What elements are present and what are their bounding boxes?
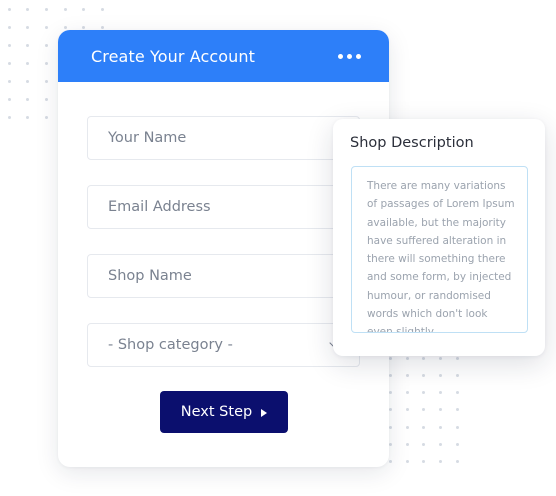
decorative-dot <box>439 425 443 429</box>
decorative-dot <box>422 459 426 463</box>
decorative-dot <box>45 43 49 47</box>
decorative-dot <box>7 115 11 119</box>
decorative-dot <box>422 442 426 446</box>
decorative-dot <box>26 43 30 47</box>
play-arrow-icon <box>261 409 268 417</box>
decorative-dot <box>63 7 67 11</box>
email-field[interactable] <box>87 185 360 229</box>
more-dot <box>347 53 352 59</box>
shop-description-textarea[interactable]: There are many variations of passages of… <box>351 166 528 333</box>
decorative-dot <box>439 459 443 463</box>
decorative-dot <box>101 25 105 29</box>
decorative-dot <box>456 442 460 446</box>
decorative-dot <box>388 425 392 429</box>
decorative-dot <box>45 7 49 11</box>
decorative-dot <box>7 43 11 47</box>
decorative-dot <box>26 61 30 65</box>
decorative-dot <box>388 374 392 378</box>
decorative-dot <box>439 408 443 412</box>
decorative-dot <box>456 408 460 412</box>
decorative-dot <box>405 442 409 446</box>
card-header: Create Your Account <box>58 30 389 82</box>
decorative-dot <box>439 374 443 378</box>
decorative-dot <box>422 391 426 395</box>
decorative-dot <box>26 25 30 29</box>
decorative-dot <box>439 442 443 446</box>
decorative-dot <box>7 7 11 11</box>
decorative-dot <box>388 459 392 463</box>
decorative-dot <box>422 425 426 429</box>
decorative-dot <box>456 374 460 378</box>
shop-category-value: - Shop category - <box>108 337 233 353</box>
decorative-dot <box>45 25 49 29</box>
next-step-label: Next Step <box>180 404 253 420</box>
decorative-dot <box>456 357 460 361</box>
decorative-dot <box>388 442 392 446</box>
decorative-dot <box>45 61 49 65</box>
decorative-dot <box>7 97 11 101</box>
email-input[interactable] <box>108 199 339 215</box>
shop-name-input[interactable] <box>108 268 339 284</box>
decorative-dot <box>101 7 105 11</box>
decorative-dot <box>405 425 409 429</box>
decorative-dot <box>405 408 409 412</box>
decorative-dot <box>7 79 11 83</box>
decorative-dot <box>45 115 49 119</box>
shop-name-field[interactable] <box>87 254 360 298</box>
more-options-icon[interactable] <box>338 53 361 59</box>
decorative-dot <box>456 391 460 395</box>
card-title: Create Your Account <box>91 46 255 66</box>
next-step-button[interactable]: Next Step <box>160 391 288 433</box>
decorative-dot <box>63 25 67 29</box>
name-input[interactable] <box>108 130 339 146</box>
page: Create Your Account - Shop category - Ne… <box>0 0 556 496</box>
decorative-dot <box>405 459 409 463</box>
decorative-dot <box>26 115 30 119</box>
more-dot <box>356 53 361 59</box>
decorative-dot <box>388 391 392 395</box>
decorative-dot <box>26 97 30 101</box>
more-dot <box>338 53 343 59</box>
decorative-dot <box>82 7 86 11</box>
decorative-dot <box>456 425 460 429</box>
decorative-dot <box>405 391 409 395</box>
shop-description-card: Shop Description There are many variatio… <box>333 119 545 356</box>
decorative-dot <box>456 459 460 463</box>
decorative-dot <box>422 357 426 361</box>
decorative-dot-grid-bottom <box>382 350 466 470</box>
decorative-dot <box>45 79 49 83</box>
decorative-dot <box>388 408 392 412</box>
decorative-dot <box>26 79 30 83</box>
shop-category-select[interactable]: - Shop category - <box>87 323 360 367</box>
decorative-dot <box>82 25 86 29</box>
decorative-dot <box>422 408 426 412</box>
decorative-dot <box>439 357 443 361</box>
decorative-dot <box>405 357 409 361</box>
decorative-dot <box>405 374 409 378</box>
decorative-dot <box>422 374 426 378</box>
shop-description-title: Shop Description <box>350 135 474 151</box>
decorative-dot <box>7 25 11 29</box>
decorative-dot <box>26 7 30 11</box>
decorative-dot <box>388 357 392 361</box>
decorative-dot <box>45 97 49 101</box>
decorative-dot <box>439 391 443 395</box>
name-field[interactable] <box>87 116 360 160</box>
decorative-dot <box>7 61 11 65</box>
